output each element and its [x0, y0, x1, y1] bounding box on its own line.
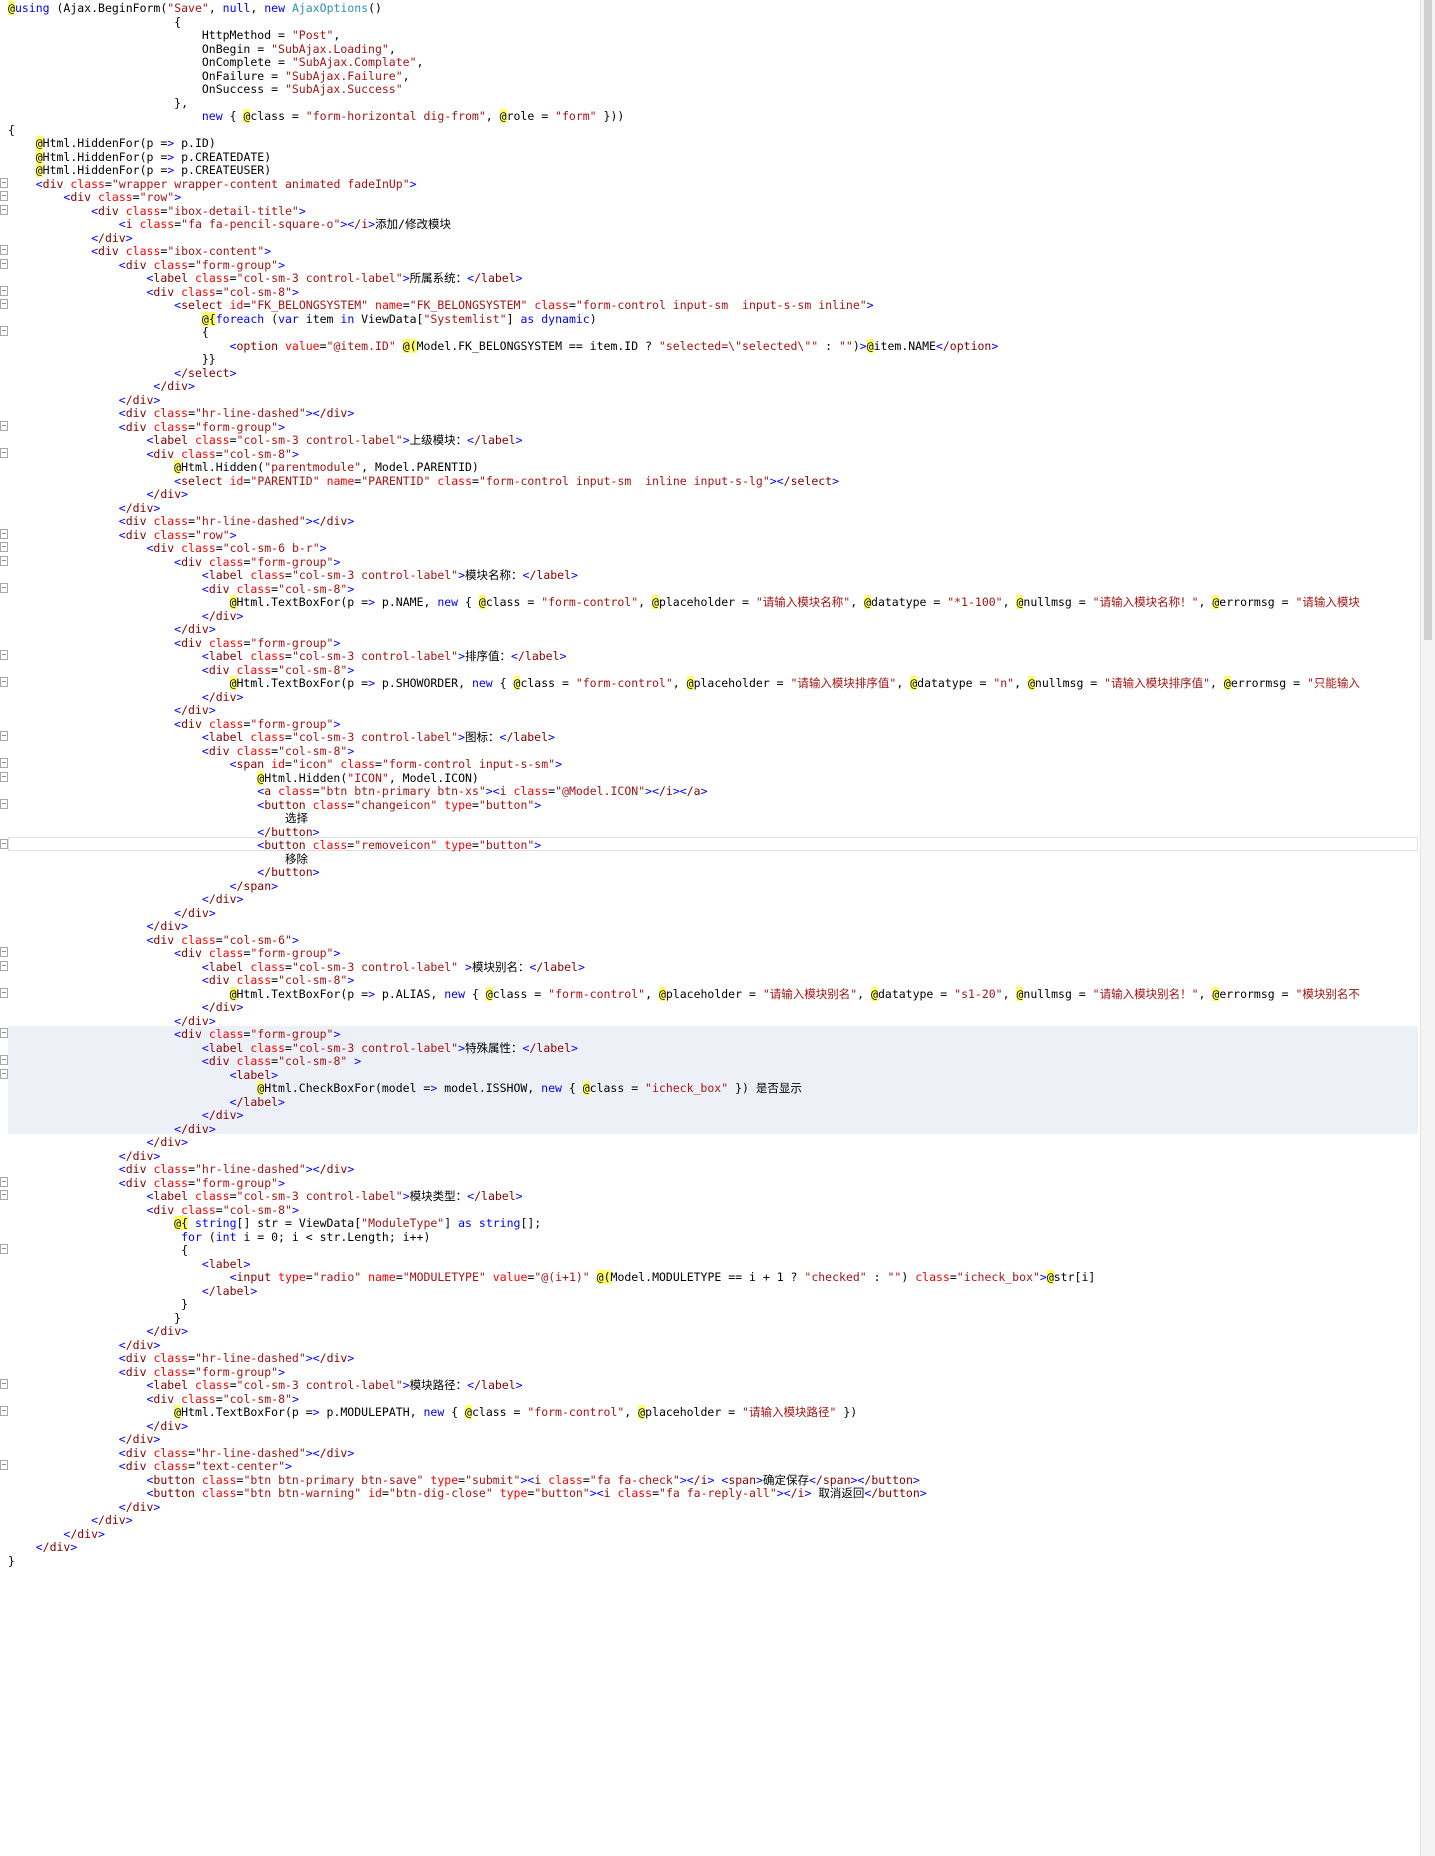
- collapse-toggle-icon[interactable]: −: [0, 947, 8, 957]
- code-editor[interactable]: @using (Ajax.BeginForm("Save", null, new…: [8, 0, 1418, 1856]
- collapse-toggle-icon[interactable]: −: [0, 582, 8, 593]
- collapse-toggle-icon[interactable]: −: [0, 285, 8, 296]
- collapse-toggle-icon[interactable]: −: [0, 420, 8, 431]
- collapse-toggle-icon[interactable]: −: [0, 987, 8, 998]
- collapse-toggle-icon[interactable]: −: [0, 204, 8, 215]
- collapse-toggle-icon[interactable]: −: [0, 245, 8, 255]
- outline-gutter: − − − − − − − − − − − − − − − − − − − − − − − − − − − − − − − − −: [0, 0, 8, 1856]
- collapse-toggle-icon[interactable]: −: [0, 177, 8, 188]
- collapse-toggle-icon[interactable]: −: [0, 1176, 8, 1187]
- collapse-toggle-icon[interactable]: −: [0, 528, 8, 539]
- code-line[interactable]: </div>: [8, 1539, 78, 1555]
- collapse-toggle-icon[interactable]: −: [0, 191, 8, 201]
- collapse-toggle-icon[interactable]: −: [0, 731, 8, 741]
- collapse-toggle-icon[interactable]: −: [0, 1460, 8, 1470]
- collapse-toggle-icon[interactable]: −: [0, 650, 8, 660]
- collapse-toggle-icon[interactable]: −: [0, 758, 8, 768]
- scrollbar-thumb[interactable]: [1424, 0, 1432, 640]
- collapse-toggle-icon[interactable]: −: [0, 677, 8, 687]
- collapse-toggle-icon[interactable]: −: [0, 326, 8, 336]
- collapse-toggle-icon[interactable]: −: [0, 542, 8, 552]
- collapse-toggle-icon[interactable]: −: [0, 258, 8, 269]
- vertical-scrollbar[interactable]: [1420, 0, 1435, 1856]
- collapse-toggle-icon[interactable]: −: [0, 1190, 8, 1200]
- collapse-toggle-icon[interactable]: −: [0, 1068, 8, 1079]
- collapse-toggle-icon[interactable]: −: [0, 798, 8, 809]
- collapse-toggle-icon[interactable]: −: [0, 1055, 8, 1065]
- collapse-toggle-icon[interactable]: −: [0, 1379, 8, 1389]
- collapse-toggle-icon[interactable]: −: [0, 447, 8, 458]
- collapse-toggle-icon[interactable]: −: [0, 1028, 8, 1038]
- collapse-toggle-icon[interactable]: −: [0, 1406, 8, 1416]
- code-line[interactable]: }: [8, 1553, 15, 1569]
- collapse-toggle-icon[interactable]: −: [0, 839, 8, 849]
- collapse-toggle-icon[interactable]: −: [0, 960, 8, 971]
- collapse-toggle-icon[interactable]: −: [0, 1244, 8, 1254]
- collapse-toggle-icon[interactable]: −: [0, 299, 8, 309]
- collapse-toggle-icon[interactable]: −: [0, 771, 8, 782]
- code-line[interactable]: new { @class = "form-horizontal dig-from…: [8, 108, 624, 124]
- collapse-toggle-icon[interactable]: −: [0, 555, 8, 566]
